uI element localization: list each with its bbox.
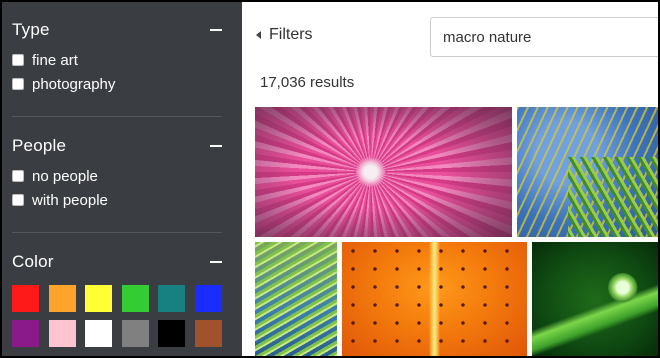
people-option-with-people[interactable]: with people: [12, 190, 108, 210]
fine-art-label: fine art: [32, 51, 78, 69]
photography-checkbox[interactable]: [12, 78, 24, 90]
image-thumbnail-blue-sky-leaves[interactable]: [517, 107, 658, 237]
fine-art-checkbox[interactable]: [12, 54, 24, 66]
image-thumbnail-water-drop[interactable]: [532, 242, 658, 356]
photography-label: photography: [32, 75, 116, 93]
color-swatch-pink[interactable]: [48, 320, 76, 347]
color-swatch-black[interactable]: [158, 320, 185, 347]
divider: [12, 116, 222, 117]
image-thumbnail-green-fronds[interactable]: [255, 242, 337, 356]
color-swatch-orange[interactable]: [48, 285, 76, 312]
with-people-checkbox[interactable]: [12, 194, 24, 206]
color-swatch-teal[interactable]: [158, 285, 185, 312]
people-section-header[interactable]: People: [12, 134, 222, 158]
type-section-header[interactable]: Type: [12, 18, 222, 42]
image-thumbnail-pink-flower[interactable]: [255, 107, 512, 237]
type-collapse-minus-icon[interactable]: [210, 29, 222, 31]
color-swatch-green[interactable]: [121, 285, 149, 312]
results-panel: Filters 17,036 results: [242, 2, 658, 356]
color-collapse-minus-icon[interactable]: [210, 261, 222, 263]
results-count: 17,036 results: [260, 74, 355, 91]
type-option-fine-art[interactable]: fine art: [12, 50, 78, 70]
filters-back-link[interactable]: Filters: [256, 26, 313, 44]
filter-sidebar: Type fine art photography People no peop…: [2, 2, 242, 356]
color-swatch-red[interactable]: [12, 285, 39, 312]
people-collapse-minus-icon[interactable]: [210, 145, 222, 147]
divider: [12, 232, 222, 233]
people-section-title: People: [12, 136, 67, 155]
color-swatch-brown[interactable]: [194, 320, 222, 347]
with-people-label: with people: [32, 191, 108, 209]
no-people-label: no people: [32, 167, 98, 185]
color-swatch-white[interactable]: [85, 320, 112, 347]
color-section-header[interactable]: Color: [12, 250, 222, 274]
image-thumbnail-orange-petal[interactable]: [342, 242, 527, 356]
type-section-title: Type: [12, 20, 50, 39]
app-frame: Type fine art photography People no peop…: [2, 2, 658, 356]
caret-left-icon: [256, 31, 261, 39]
color-swatch-purple[interactable]: [12, 320, 39, 347]
color-section-title: Color: [12, 252, 54, 271]
filters-label: Filters: [269, 26, 313, 43]
people-option-no-people[interactable]: no people: [12, 166, 98, 186]
color-swatch-blue[interactable]: [194, 285, 222, 312]
search-input[interactable]: [430, 17, 658, 57]
color-swatch-yellow[interactable]: [85, 285, 112, 312]
no-people-checkbox[interactable]: [12, 170, 24, 182]
type-option-photography[interactable]: photography: [12, 74, 115, 94]
color-swatch-gray[interactable]: [121, 320, 149, 347]
